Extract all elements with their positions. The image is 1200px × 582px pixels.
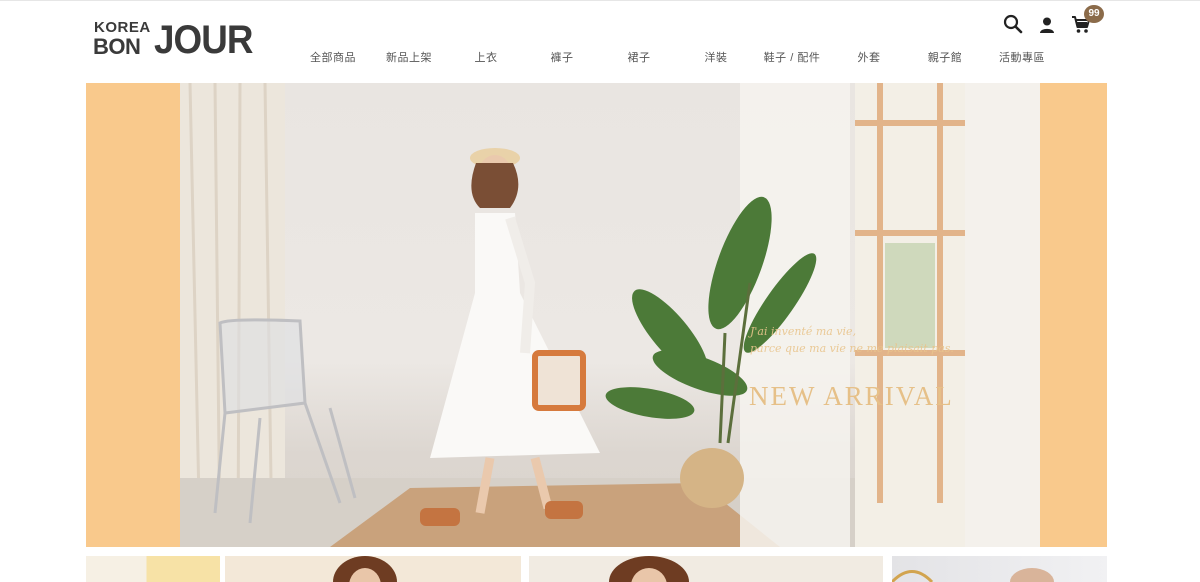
hero-tagline: J'ai inventé ma vie, parce que ma vie ne… bbox=[750, 323, 954, 357]
logo-bon: BON bbox=[93, 34, 141, 59]
product-thumbnail-image bbox=[609, 556, 689, 582]
product-thumbnail[interactable] bbox=[529, 556, 883, 582]
brand-logo[interactable]: KOREA BON JOUR bbox=[93, 18, 268, 64]
logo-jour: JOUR bbox=[154, 18, 253, 62]
logo-korea: KOREA bbox=[94, 19, 151, 36]
hero-illustration bbox=[180, 83, 1040, 547]
product-thumbnail[interactable] bbox=[225, 556, 521, 582]
nav-item-promotions[interactable]: 活動專區 bbox=[999, 49, 1045, 65]
hero-banner[interactable]: J'ai inventé ma vie, parce que ma vie ne… bbox=[86, 83, 1107, 547]
nav-item-pants[interactable]: 褲子 bbox=[551, 49, 574, 65]
product-thumbnail[interactable] bbox=[86, 556, 220, 582]
nav-item-dresses[interactable]: 洋裝 bbox=[705, 49, 728, 65]
user-icon[interactable] bbox=[1037, 15, 1061, 39]
nav-item-shoes-accessories[interactable]: 鞋子 / 配件 bbox=[764, 49, 821, 65]
hero-photo bbox=[180, 83, 1040, 547]
search-icon[interactable] bbox=[1002, 13, 1026, 37]
hero-tagline-line2: parce que ma vie ne me plaisait pas. bbox=[750, 342, 954, 355]
cart-count-badge: 99 bbox=[1084, 5, 1104, 23]
nav-item-skirts[interactable]: 裙子 bbox=[628, 49, 651, 65]
nav-item-outerwear[interactable]: 外套 bbox=[858, 49, 881, 65]
product-thumbnail-image bbox=[333, 556, 397, 582]
hero-title: NEW ARRIVAL bbox=[749, 381, 954, 411]
nav-item-all-products[interactable]: 全部商品 bbox=[310, 49, 356, 65]
nav-item-tops[interactable]: 上衣 bbox=[475, 49, 498, 65]
product-thumbnail-image bbox=[892, 568, 1054, 582]
nav-item-kids[interactable]: 親子館 bbox=[928, 49, 963, 65]
product-thumbnail[interactable] bbox=[892, 556, 1107, 582]
site-header: KOREA BON JOUR 全部商品 新品上架 上衣 褲子 裙子 洋裝 鞋子 … bbox=[0, 0, 1200, 83]
product-thumbnail-row bbox=[86, 556, 1107, 582]
hero-tagline-line1: J'ai inventé ma vie, bbox=[750, 325, 857, 338]
nav-item-new-arrivals[interactable]: 新品上架 bbox=[386, 49, 432, 65]
